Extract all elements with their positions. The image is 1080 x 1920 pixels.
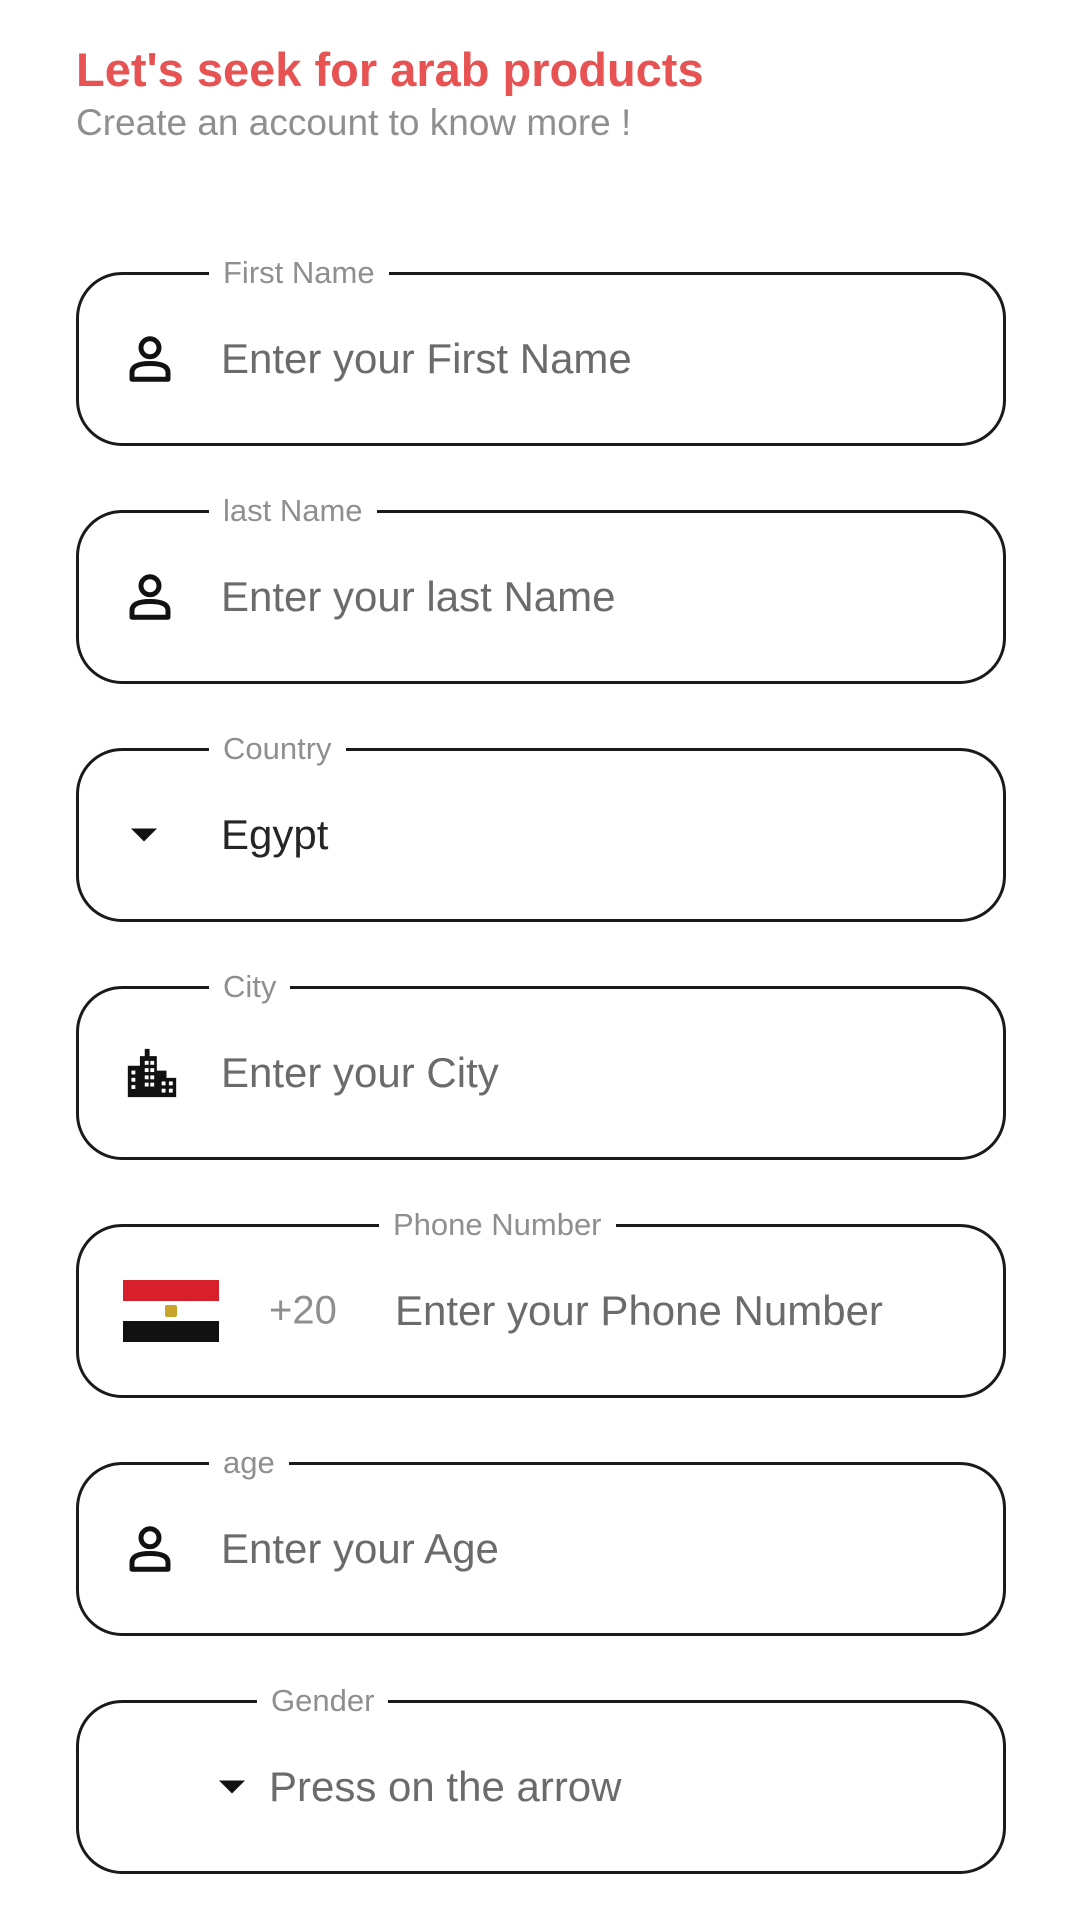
age-field[interactable]: age Enter your Age (76, 1445, 1006, 1636)
last-name-label: last Name (209, 493, 377, 529)
person-icon (123, 332, 177, 386)
egypt-flag-icon[interactable] (123, 1280, 219, 1343)
phone-number-label: Phone Number (379, 1207, 616, 1243)
dropdown-arrow-icon[interactable] (131, 828, 157, 842)
dial-code: +20 (269, 1288, 337, 1333)
city-field[interactable]: City Enter your City (76, 969, 1006, 1160)
person-icon (123, 570, 177, 624)
page-title: Let's seek for arab products (76, 43, 704, 96)
page-header: Let's seek for arab products Create an a… (76, 40, 704, 146)
age-input[interactable]: Enter your Age (221, 1524, 499, 1574)
country-field[interactable]: Country Egypt (76, 731, 1006, 922)
person-icon (123, 1522, 177, 1576)
first-name-field[interactable]: First Name Enter your First Name (76, 255, 1006, 446)
city-input[interactable]: Enter your City (221, 1048, 499, 1098)
gender-select[interactable]: Press on the arrow (269, 1762, 622, 1812)
last-name-field[interactable]: last Name Enter your last Name (76, 493, 1006, 684)
last-name-input[interactable]: Enter your last Name (221, 572, 616, 622)
country-label: Country (209, 731, 346, 767)
city-label: City (209, 969, 291, 1005)
dropdown-arrow-icon[interactable] (219, 1780, 245, 1794)
phone-number-field[interactable]: Phone Number +20 Enter your Phone Number (76, 1207, 1006, 1398)
gender-label: Gender (257, 1683, 389, 1719)
phone-number-input[interactable]: Enter your Phone Number (395, 1286, 883, 1336)
age-label: age (209, 1445, 289, 1481)
first-name-input[interactable]: Enter your First Name (221, 334, 632, 384)
country-select[interactable]: Egypt (221, 810, 328, 860)
gender-field[interactable]: Gender Press on the arrow (76, 1683, 1006, 1874)
city-icon (123, 1044, 181, 1102)
page-subtitle: Create an account to know more ! (76, 102, 632, 143)
first-name-label: First Name (209, 255, 389, 291)
